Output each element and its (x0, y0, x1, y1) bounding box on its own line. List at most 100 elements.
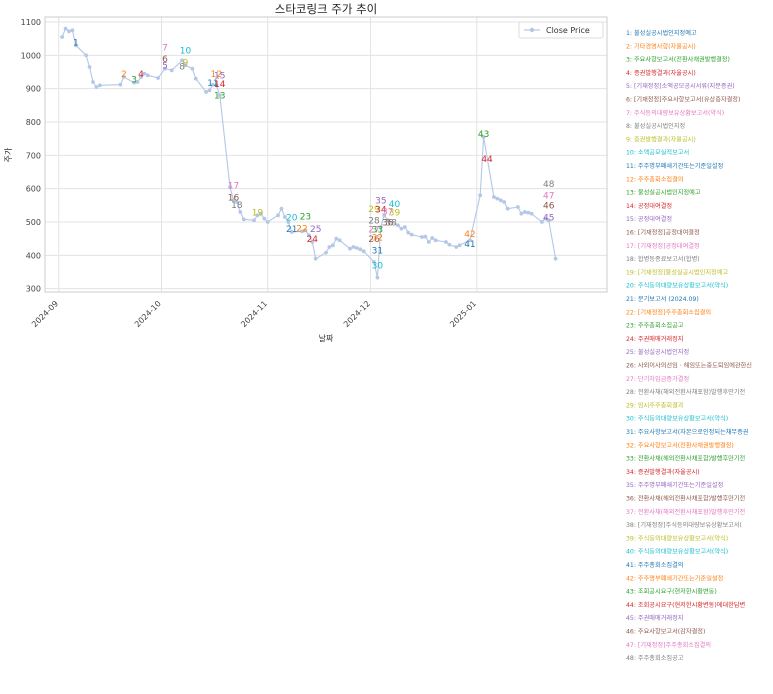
data-point (91, 80, 95, 84)
event-annotation-marker: 19 (252, 208, 264, 218)
event-annotation-marker: 40 (389, 200, 401, 210)
annotation-note: 18: 합병등종료보고서(합병) (626, 255, 700, 263)
event-annotation-marker: 45 (543, 213, 554, 223)
data-point (433, 238, 438, 243)
data-point (70, 28, 75, 33)
event-annotation-marker: 22 (296, 224, 307, 234)
data-point (63, 26, 68, 31)
annotation-note: 22: [기재정정]주주총회소집결의 (626, 308, 711, 316)
y-tick-label: 900 (26, 85, 41, 94)
annotation-note: 34: 증권발행결과(자율공시) (626, 468, 700, 476)
y-axis-label: 주가 (4, 147, 13, 162)
annotation-note: 47: [기재정정]주주총회소집결의 (626, 641, 711, 649)
annotation-note: 13: 불성실공시법인지정예고 (626, 189, 701, 197)
y-tick-label: 1100 (21, 18, 41, 27)
annotation-note: 15: 공정대여결정 (626, 215, 672, 223)
data-point (193, 76, 198, 81)
data-point (169, 68, 174, 73)
data-point (406, 230, 411, 235)
data-point (454, 245, 459, 249)
annotation-note: 23: 주주총회소집공고 (626, 322, 684, 330)
event-annotation-marker: 15 (214, 72, 225, 82)
data-point (327, 245, 332, 249)
annotation-note: 20: 주식등의대량보유상황보고서(약식) (626, 282, 728, 290)
data-point (358, 247, 363, 252)
event-annotation-marker: 41 (464, 240, 475, 250)
annotation-note: 38: [기재정정]주식등의대량보유상황보고서( (626, 521, 742, 529)
data-point (324, 250, 328, 255)
event-annotation-marker: 44 (481, 155, 493, 165)
data-point (399, 226, 404, 231)
annotation-note: 21: 분기보고서 (2024.09) (626, 295, 699, 303)
data-point (60, 35, 65, 39)
annotation-note: 29: 임시주주총회결과 (626, 401, 684, 409)
data-point (84, 53, 89, 58)
data-point (118, 82, 123, 87)
data-point (241, 217, 246, 222)
annotation-note: 27: 단기차입금증가결정 (626, 375, 689, 383)
event-annotation-marker: 4 (138, 70, 144, 80)
data-point (502, 200, 507, 204)
annotation-note: 31: 주요사항보고서(자본으로인정되는채무증권 (626, 428, 749, 436)
y-tick-label: 800 (26, 118, 41, 127)
data-point (351, 245, 356, 249)
data-point (94, 85, 99, 89)
annotation-note: 6: [기재정정]주요사항보고서(유상증자결정) (626, 96, 740, 104)
data-point (426, 240, 431, 244)
data-point (252, 218, 256, 223)
data-point (97, 83, 102, 88)
data-point (145, 73, 150, 78)
y-tick-label: 1000 (21, 51, 41, 60)
data-point (330, 243, 335, 248)
annotation-note: 10: 소액공모실적보고서 (626, 149, 689, 157)
y-tick-label: 600 (26, 185, 41, 194)
annotation-note: 12: 주주총회소집결의 (626, 175, 683, 183)
annotation-note: 17: [기재정정]공정대여결정 (626, 242, 700, 250)
data-point (402, 225, 407, 229)
annotation-note: 44: 조회공시요구(현저한시황변동)에대한답변 (626, 601, 746, 609)
data-point (334, 236, 339, 241)
data-point (447, 242, 452, 247)
data-point (478, 193, 483, 198)
event-annotation-marker: 18 (231, 201, 243, 211)
annotation-note: 4: 증권발행결과(자율공시) (626, 69, 696, 77)
legend: Close Price (518, 21, 604, 39)
data-point (276, 213, 280, 218)
event-annotation-marker: 47 (543, 192, 554, 202)
annotation-note: 40: 주식등의대량보유상황보고서(약식) (626, 548, 728, 556)
annotation-note: 24: 주권매매거래정지 (626, 335, 683, 343)
event-annotation-marker: 1 (73, 38, 79, 48)
annotation-note: 11: 주주명부폐쇄기간또는기준일설정 (626, 162, 723, 170)
data-point (529, 211, 534, 216)
data-point (505, 206, 510, 211)
annotation-note: 41: 주주총회소집결의 (626, 561, 683, 569)
data-point (420, 235, 424, 239)
event-annotation-marker: 7 (162, 43, 168, 53)
data-point (265, 220, 270, 224)
event-annotation-marker: 31 (372, 247, 383, 257)
data-point (495, 196, 500, 201)
annotation-note: 16: [기재정정]공정대여결정 (626, 229, 700, 237)
data-point (430, 236, 435, 240)
event-annotation-marker: 48 (543, 180, 555, 190)
data-point (156, 76, 160, 80)
annotation-note: 48: 주주총회소집공고 (626, 654, 684, 662)
data-point (498, 198, 503, 203)
annotation-note: 25: 불성실공시법인지정 (626, 348, 689, 356)
event-annotation-marker: 25 (310, 225, 321, 235)
annotation-note: 5: [기재정정]소액공모공시서류(지분증권) (626, 82, 735, 90)
y-tick-label: 700 (26, 151, 41, 160)
event-annotation-marker: 35 (375, 197, 386, 207)
event-annotation-marker: 9 (183, 58, 189, 68)
annotation-note: 30: 주식등의대량보유상황보고서(약식) (626, 415, 728, 423)
data-point (87, 65, 92, 69)
event-annotation-marker: 30 (372, 262, 384, 272)
event-annotation-marker: 17 (228, 182, 239, 192)
data-point (337, 238, 342, 243)
y-tick-label: 300 (26, 285, 41, 294)
annotation-note: 7: 주식등의대량보유상황보고서(약식) (626, 109, 724, 117)
annotation-note: 37: 전환사채(해외전환사채포함)발행후만기전 (626, 508, 746, 516)
annotation-note: 1: 불성실공시법인지정예고 (626, 29, 697, 37)
event-annotation-marker: 38 (385, 218, 397, 228)
data-point (313, 256, 318, 261)
